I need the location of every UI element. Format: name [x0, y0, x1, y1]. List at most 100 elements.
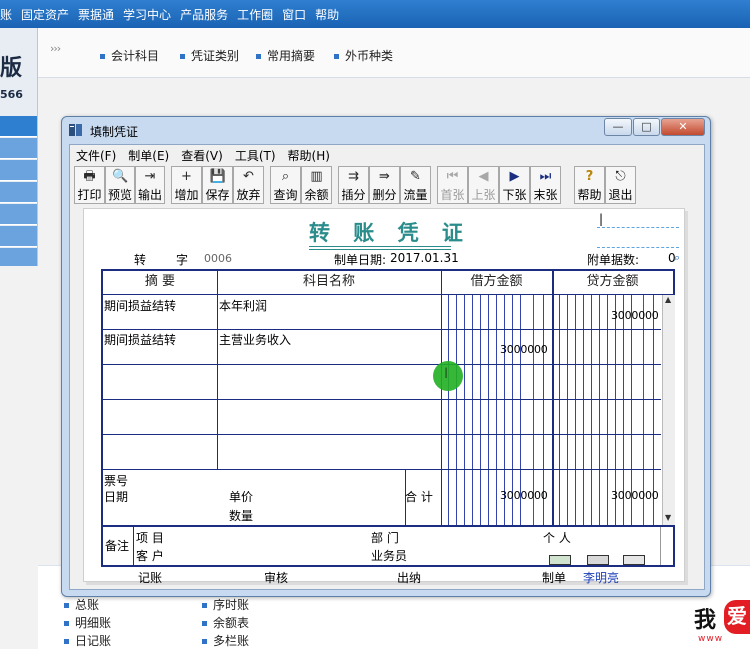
balance-button[interactable]: ▥ 余额 [301, 166, 332, 204]
review-label: 审核 [264, 571, 289, 585]
delete-entry-button[interactable]: ⇛ 删分 [369, 166, 400, 204]
menu-view[interactable]: 查看(V) [181, 147, 223, 164]
nav-row[interactable] [0, 226, 37, 247]
save-icon: 💾 [209, 169, 226, 184]
link-balance-sheet[interactable]: 余额表 [202, 614, 249, 631]
first-page-icon: ⏮ [446, 169, 459, 184]
query-button[interactable]: ⌕ 查询 [270, 166, 301, 204]
menu-item[interactable]: 票据通 [78, 6, 114, 23]
grid-scrollbar[interactable]: ▲ ▼ [662, 295, 675, 525]
link-sequence-ledger[interactable]: 序时账 [202, 596, 249, 613]
voucher-number[interactable]: 0006 [204, 252, 232, 265]
print-button[interactable]: 🖶 打印 [74, 166, 105, 204]
salesman-label[interactable]: 业务员 [371, 547, 407, 564]
undo-icon: ↶ [243, 169, 254, 184]
menu-item[interactable]: 帮助 [315, 6, 339, 23]
magnifier-icon[interactable]: ⌕ [674, 251, 680, 265]
quick-nav: ››› 会计科目 凭证类别 常用摘要 外币种类 [38, 28, 750, 78]
exit-button[interactable]: ⎋ 退出 [605, 166, 636, 204]
row2-debit[interactable]: 3000000 [500, 343, 548, 356]
voucher-zi-label: 字 [176, 253, 189, 267]
prev-voucher-button[interactable]: ◀ 上张 [468, 166, 499, 204]
row2-account[interactable]: 主营业务收入 [219, 331, 291, 348]
tools-icon[interactable] [623, 555, 645, 565]
menu-item[interactable]: 账 [0, 6, 12, 23]
col-divider [133, 527, 134, 565]
add-button[interactable]: + 增加 [171, 166, 202, 204]
menu-help[interactable]: 帮助(H) [288, 147, 330, 164]
person-label[interactable]: 个 人 [543, 529, 571, 546]
watermark-badge: 爱 [724, 600, 750, 634]
id-card-icon[interactable] [587, 555, 609, 565]
cashflow-button[interactable]: ✎ 流量 [400, 166, 431, 204]
header-debit: 借方金额 [441, 271, 552, 295]
text-cursor: | [599, 212, 604, 226]
export-icon: ⇥ [144, 169, 156, 184]
voucher-type[interactable]: 转 [134, 251, 146, 268]
card-icon[interactable] [549, 555, 571, 565]
dialog-titlebar[interactable]: 填制凭证 — □ ✕ [62, 117, 710, 143]
nav-row-active[interactable] [0, 116, 37, 137]
preview-button[interactable]: 🔍 预览 [105, 166, 135, 204]
bar-chart-icon: ▥ [310, 169, 323, 184]
nav-row[interactable] [0, 182, 37, 203]
menu-item[interactable]: 产品服务 [180, 6, 228, 23]
next-voucher-button[interactable]: ▶ 下张 [499, 166, 530, 204]
dialog-menubar: 文件(F) 制单(E) 查看(V) 工具(T) 帮助(H) [70, 145, 704, 165]
save-button[interactable]: 💾 保存 [202, 166, 233, 204]
row1-summary[interactable]: 期间损益结转 [104, 297, 176, 314]
row1-credit[interactable]: 3000000 [611, 309, 659, 322]
close-button[interactable]: ✕ [661, 118, 705, 136]
export-button[interactable]: ⇥ 输出 [135, 166, 165, 204]
scroll-down-icon[interactable]: ▼ [665, 513, 671, 522]
link-detail-ledger[interactable]: 明细账 [64, 614, 111, 631]
link-general-ledger[interactable]: 总账 [64, 596, 99, 613]
voucher-date[interactable]: 2017.01.31 [390, 251, 459, 265]
customer-label[interactable]: 客 户 [136, 547, 164, 564]
link-journal[interactable]: 日记账 [64, 632, 111, 649]
quick-link-voucher-types[interactable]: 凭证类别 [180, 47, 239, 64]
nav-row[interactable] [0, 138, 37, 159]
nav-row[interactable] [0, 248, 37, 266]
menu-edit[interactable]: 制单(E) [128, 147, 169, 164]
add-icon: + [181, 169, 192, 184]
nav-row[interactable] [0, 160, 37, 181]
chevron-right-icon[interactable]: ››› [50, 42, 61, 55]
menu-item[interactable]: 学习中心 [123, 6, 171, 23]
maker-label: 制单 [542, 571, 567, 585]
main-menubar: 账 固定资产 票据通 学习中心 产品服务 工作圈 窗口 帮助 [0, 0, 750, 28]
date-label: 制单日期: [334, 253, 387, 267]
first-voucher-button[interactable]: ⏮ 首张 [437, 166, 468, 204]
row1-account[interactable]: 本年利润 [219, 297, 267, 314]
minimize-button[interactable]: — [604, 118, 632, 136]
attachment-label: 附单据数: [587, 253, 640, 267]
maximize-button[interactable]: □ [633, 118, 660, 136]
menu-item[interactable]: 窗口 [282, 6, 306, 23]
project-label[interactable]: 项 目 [136, 529, 164, 546]
discard-button[interactable]: ↶ 放弃 [233, 166, 264, 204]
scroll-up-icon[interactable]: ▲ [665, 295, 671, 304]
voucher-title: 转 账 凭 证 [309, 221, 471, 245]
menu-file[interactable]: 文件(F) [76, 147, 116, 164]
link-multi-column[interactable]: 多栏账 [202, 632, 249, 649]
quick-link-currencies[interactable]: 外币种类 [334, 47, 393, 64]
menu-item[interactable]: 固定资产 [21, 6, 69, 23]
cashier-label: 出纳 [397, 571, 422, 585]
remark-section: 备注 项 目 客 户 部 门 业务员 个 人 [101, 526, 675, 567]
quick-link-summaries[interactable]: 常用摘要 [256, 47, 315, 64]
nav-row[interactable] [0, 204, 37, 225]
help-button[interactable]: ? 帮助 [574, 166, 605, 204]
last-voucher-button[interactable]: ⏭ 末张 [530, 166, 561, 204]
quick-link-accounts[interactable]: 会计科目 [100, 47, 159, 64]
maker-name: 李明亮 [583, 571, 620, 585]
insert-entry-button[interactable]: ⇉ 插分 [338, 166, 369, 204]
menu-tools[interactable]: 工具(T) [235, 147, 276, 164]
total-label: 合 计 [405, 490, 433, 504]
header-credit: 贷方金额 [552, 271, 673, 295]
row2-summary[interactable]: 期间损益结转 [104, 331, 176, 348]
delete-row-icon: ⇛ [379, 169, 390, 184]
menu-item[interactable]: 工作圈 [237, 6, 273, 23]
dept-label[interactable]: 部 门 [371, 529, 399, 546]
row-divider [103, 364, 661, 365]
exit-icon: ⎋ [615, 169, 626, 184]
